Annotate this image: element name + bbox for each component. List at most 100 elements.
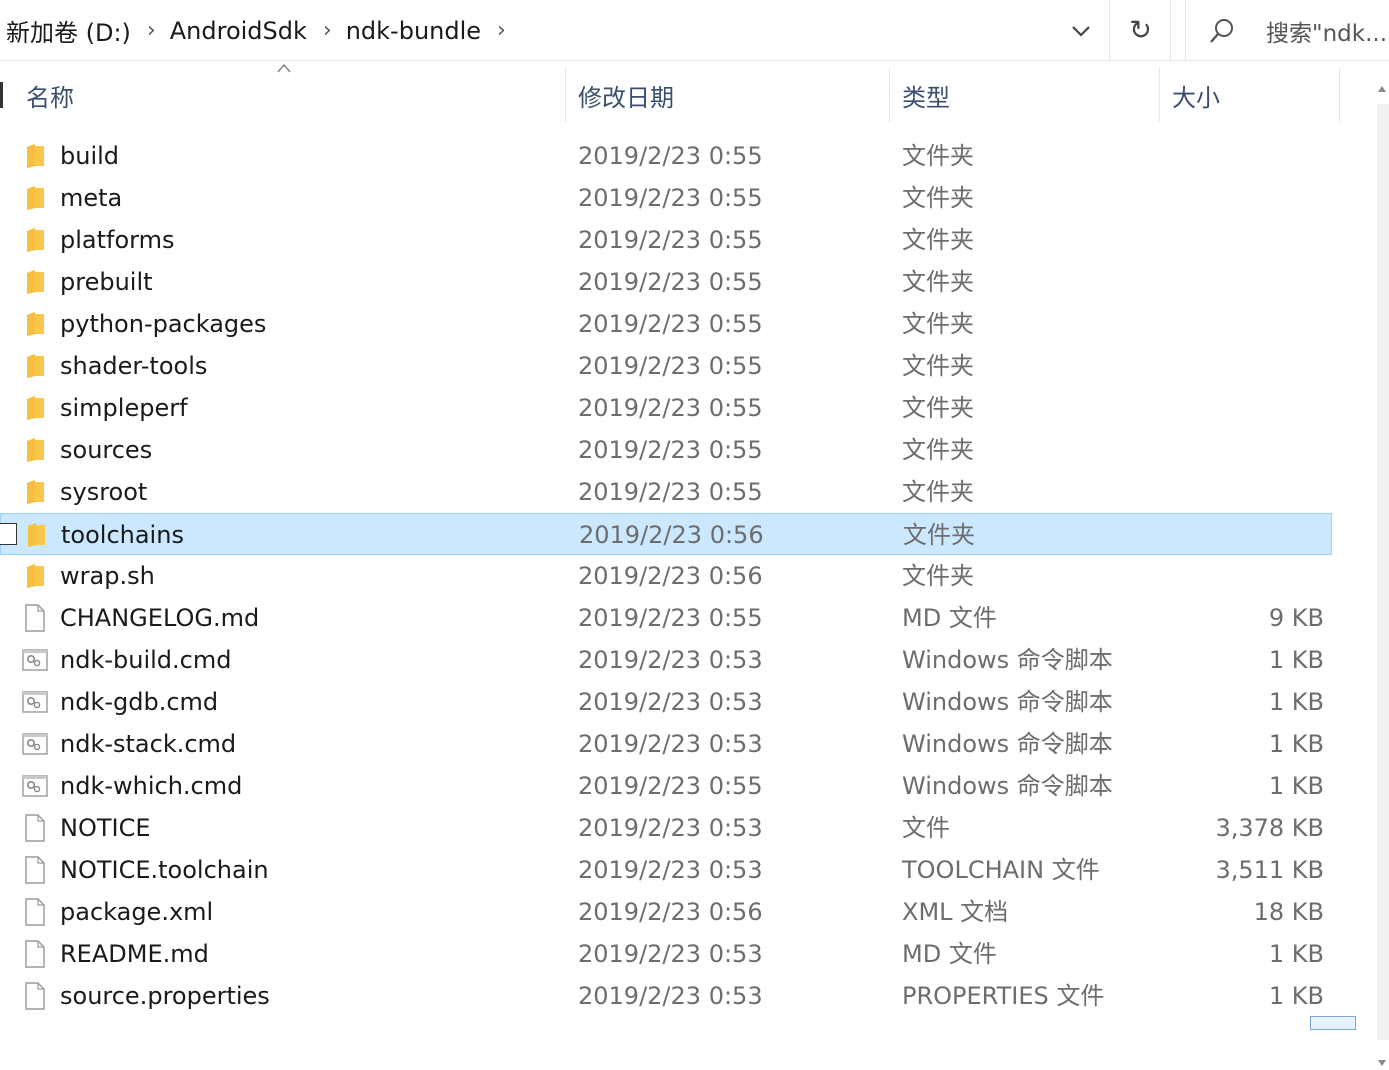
file-row[interactable]: package.xml 2019/2/23 0:56 XML 文档 18 KB xyxy=(0,891,1332,933)
file-date: 2019/2/23 0:56 xyxy=(578,898,763,926)
file-type: 文件夹 xyxy=(903,521,975,549)
file-row[interactable]: toolchains 2019/2/23 0:56 文件夹 xyxy=(0,513,1332,555)
file-row[interactable]: sources 2019/2/23 0:55 文件夹 xyxy=(0,429,1332,471)
file-size xyxy=(1144,303,1324,345)
file-name: ndk-stack.cmd xyxy=(60,730,237,758)
breadcrumb-chevron-icon[interactable]: › xyxy=(309,18,344,43)
file-size xyxy=(1144,429,1324,471)
file-date: 2019/2/23 0:53 xyxy=(578,856,763,884)
breadcrumb-chevron-icon[interactable]: › xyxy=(483,18,518,43)
file-date: 2019/2/23 0:55 xyxy=(578,436,763,464)
file-name: ndk-which.cmd xyxy=(60,772,243,800)
breadcrumb: 新加卷 (D:) › AndroidSdk › ndk-bundle › xyxy=(4,0,518,61)
file-size: 18 KB xyxy=(1253,898,1324,926)
file-date: 2019/2/23 0:55 xyxy=(578,478,763,506)
file-row[interactable]: ndk-stack.cmd 2019/2/23 0:53 Windows 命令脚本 1… xyxy=(0,723,1332,765)
file-date: 2019/2/23 0:56 xyxy=(578,562,763,590)
address-bar[interactable]: 新加卷 (D:) › AndroidSdk › ndk-bundle › ↻ 搜… xyxy=(0,0,1389,61)
file-row[interactable]: ndk-gdb.cmd 2019/2/23 0:53 Windows 命令脚本 1 K… xyxy=(0,681,1332,723)
file-row[interactable]: README.md 2019/2/23 0:53 MD 文件 1 KB xyxy=(0,933,1332,975)
column-header-size[interactable]: 大小 xyxy=(1160,68,1340,122)
file-row[interactable]: simpleperf 2019/2/23 0:55 文件夹 xyxy=(0,387,1332,429)
breadcrumb-segment-drive[interactable]: 新加卷 (D:) xyxy=(4,13,133,48)
cmd-script-icon xyxy=(22,765,48,807)
column-header-name[interactable]: 名称 xyxy=(14,63,566,122)
file-name: sources xyxy=(60,436,153,464)
file-type: 文件夹 xyxy=(902,184,974,212)
file-icon xyxy=(22,891,48,933)
row-checkbox[interactable] xyxy=(0,523,17,545)
file-size: 1 KB xyxy=(1268,730,1324,758)
file-type: XML 文档 xyxy=(902,898,1009,926)
folder-icon xyxy=(22,471,48,513)
file-row[interactable]: platforms 2019/2/23 0:55 文件夹 xyxy=(0,219,1332,261)
column-header-date[interactable]: 修改日期 xyxy=(566,68,890,122)
file-size: 9 KB xyxy=(1268,604,1324,632)
breadcrumb-chevron-icon[interactable]: › xyxy=(133,18,168,43)
file-row[interactable]: sysroot 2019/2/23 0:55 文件夹 xyxy=(0,471,1332,513)
file-date: 2019/2/23 0:55 xyxy=(578,310,763,338)
file-date: 2019/2/23 0:55 xyxy=(578,604,763,632)
file-row[interactable]: CHANGELOG.md 2019/2/23 0:55 MD 文件 9 KB xyxy=(0,597,1332,639)
file-type: 文件夹 xyxy=(902,352,974,380)
breadcrumb-segment-ndk-bundle[interactable]: ndk-bundle xyxy=(344,17,483,45)
sort-ascending-icon xyxy=(277,63,291,73)
file-name: meta xyxy=(60,184,123,212)
vertical-scrollbar[interactable] xyxy=(1373,68,1389,1066)
file-row[interactable]: source.properties 2019/2/23 0:53 PROPERTIE… xyxy=(0,975,1332,1017)
file-name: ndk-build.cmd xyxy=(60,646,232,674)
file-type: 文件夹 xyxy=(902,310,974,338)
column-header-name-label: 名称 xyxy=(26,83,74,112)
file-size xyxy=(1144,135,1324,177)
file-type: Windows 命令脚本 xyxy=(902,688,1113,716)
folder-icon xyxy=(22,345,48,387)
file-name: NOTICE xyxy=(60,814,151,842)
file-size xyxy=(1143,514,1323,556)
scroll-down-arrow-icon[interactable] xyxy=(1375,1056,1389,1070)
file-name: platforms xyxy=(60,226,175,254)
file-type: Windows 命令脚本 xyxy=(902,772,1113,800)
scrollbar-thumb[interactable] xyxy=(1377,104,1389,1040)
details-view-button[interactable] xyxy=(1310,1016,1356,1030)
search-input[interactable]: 搜索"ndk... xyxy=(1185,0,1389,61)
file-size xyxy=(1144,345,1324,387)
refresh-button[interactable]: ↻ xyxy=(1111,0,1171,61)
file-row[interactable]: ndk-build.cmd 2019/2/23 0:53 Windows 命令脚本 1… xyxy=(0,639,1332,681)
scroll-up-arrow-icon[interactable] xyxy=(1375,82,1389,96)
file-date: 2019/2/23 0:55 xyxy=(578,184,763,212)
file-date: 2019/2/23 0:55 xyxy=(578,772,763,800)
file-row[interactable]: wrap.sh 2019/2/23 0:56 文件夹 xyxy=(0,555,1332,597)
file-icon xyxy=(22,807,48,849)
file-row[interactable]: python-packages 2019/2/23 0:55 文件夹 xyxy=(0,303,1332,345)
file-date: 2019/2/23 0:53 xyxy=(578,688,763,716)
file-type: 文件夹 xyxy=(902,268,974,296)
file-row[interactable]: prebuilt 2019/2/23 0:55 文件夹 xyxy=(0,261,1332,303)
file-name: simpleperf xyxy=(60,394,188,422)
file-row[interactable]: shader-tools 2019/2/23 0:55 文件夹 xyxy=(0,345,1332,387)
file-type: 文件夹 xyxy=(902,226,974,254)
folder-icon xyxy=(22,219,48,261)
file-date: 2019/2/23 0:53 xyxy=(578,940,763,968)
file-row[interactable]: NOTICE.toolchain 2019/2/23 0:53 TOOLCHAIN … xyxy=(0,849,1332,891)
file-row[interactable]: meta 2019/2/23 0:55 文件夹 xyxy=(0,177,1332,219)
file-size xyxy=(1144,219,1324,261)
file-name: sysroot xyxy=(60,478,148,506)
column-header-type[interactable]: 类型 xyxy=(890,68,1160,122)
breadcrumb-segment-androidsdk[interactable]: AndroidSdk xyxy=(168,17,309,45)
file-size: 1 KB xyxy=(1268,940,1324,968)
file-type: 文件夹 xyxy=(902,478,974,506)
column-header-date-label: 修改日期 xyxy=(578,83,674,112)
file-name: README.md xyxy=(60,940,209,968)
file-size: 1 KB xyxy=(1268,646,1324,674)
file-size xyxy=(1144,261,1324,303)
file-icon xyxy=(22,597,48,639)
file-date: 2019/2/23 0:55 xyxy=(578,142,763,170)
cmd-script-icon xyxy=(22,681,48,723)
file-size: 1 KB xyxy=(1268,982,1324,1010)
file-row[interactable]: build 2019/2/23 0:55 文件夹 xyxy=(0,135,1332,177)
file-type: PROPERTIES 文件 xyxy=(902,982,1105,1010)
file-date: 2019/2/23 0:56 xyxy=(579,521,764,549)
file-row[interactable]: NOTICE 2019/2/23 0:53 文件 3,378 KB xyxy=(0,807,1332,849)
history-dropdown-button[interactable] xyxy=(1052,0,1110,61)
file-row[interactable]: ndk-which.cmd 2019/2/23 0:55 Windows 命令脚本 1… xyxy=(0,765,1332,807)
